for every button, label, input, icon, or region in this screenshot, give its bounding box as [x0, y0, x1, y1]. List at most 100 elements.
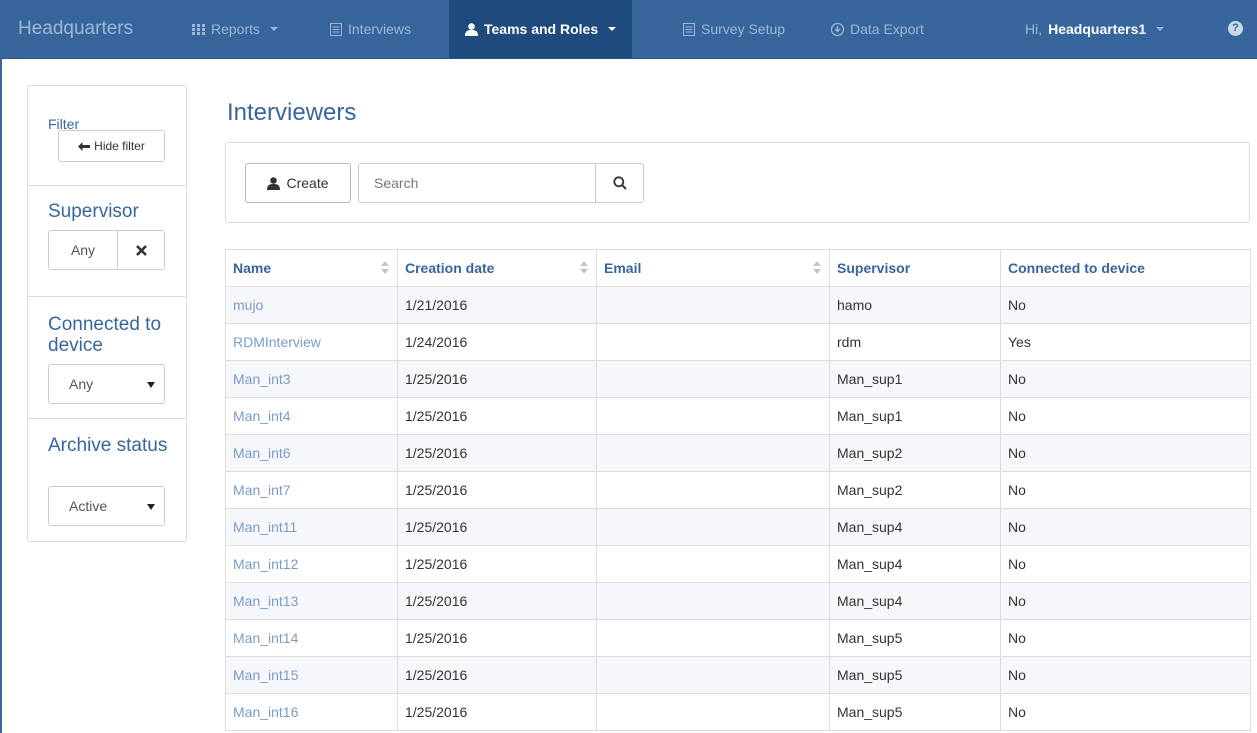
search-button[interactable]: [595, 164, 644, 202]
list-icon: [683, 22, 695, 36]
help-icon[interactable]: ?: [1228, 21, 1243, 36]
toolbar: Create: [225, 142, 1250, 223]
brand-link[interactable]: Headquarters: [18, 0, 133, 58]
supervisor-cell: Man_sup4: [829, 508, 1001, 546]
left-edge-border: [0, 58, 2, 733]
archive-select[interactable]: Active: [48, 486, 165, 526]
column-header-name[interactable]: Name: [225, 249, 398, 287]
table-header-row: Name Creation date Email Supervisor Conn…: [225, 249, 1251, 287]
date-cell: 1/25/2016: [397, 434, 597, 472]
table-row[interactable]: Man_int16 1/25/2016 Man_sup5 No: [225, 693, 1251, 731]
connected-cell: No: [1000, 508, 1251, 546]
table-row[interactable]: Man_int3 1/25/2016 Man_sup1 No: [225, 360, 1251, 398]
column-header-supervisor[interactable]: Supervisor: [829, 249, 1001, 287]
name-cell[interactable]: Man_int12: [225, 545, 398, 583]
search-icon: [613, 176, 627, 190]
create-button[interactable]: Create: [245, 163, 351, 203]
email-cell: [596, 582, 830, 620]
chevron-down-icon: [270, 27, 279, 31]
close-icon: [136, 244, 147, 256]
list-icon: [330, 22, 342, 36]
date-cell: 1/25/2016: [397, 545, 597, 583]
name-cell[interactable]: Man_int7: [225, 471, 398, 509]
name-cell[interactable]: Man_int11: [225, 508, 398, 546]
user-menu[interactable]: Hi, Headquarters1: [1025, 0, 1165, 58]
name-cell[interactable]: mujo: [225, 286, 398, 324]
supervisor-cell: Man_sup2: [829, 471, 1001, 509]
email-cell: [596, 619, 830, 657]
name-cell[interactable]: Man_int15: [225, 656, 398, 694]
hide-filter-button[interactable]: Hide filter: [58, 130, 165, 162]
email-cell: [596, 434, 830, 472]
name-cell[interactable]: RDMInterview: [225, 323, 398, 361]
name-cell[interactable]: Man_int16: [225, 693, 398, 731]
supervisor-cell: Man_sup1: [829, 360, 1001, 398]
email-cell: [596, 286, 830, 324]
supervisor-cell: Man_sup5: [829, 619, 1001, 657]
table-row[interactable]: Man_int4 1/25/2016 Man_sup1 No: [225, 397, 1251, 435]
table-row[interactable]: Man_int12 1/25/2016 Man_sup4 No: [225, 545, 1251, 583]
nav-interviews[interactable]: Interviews: [330, 0, 411, 58]
table-row[interactable]: Man_int15 1/25/2016 Man_sup5 No: [225, 656, 1251, 694]
clear-supervisor-button[interactable]: [117, 231, 165, 269]
date-cell: 1/25/2016: [397, 656, 597, 694]
column-header-connected[interactable]: Connected to device: [1000, 249, 1251, 287]
table-row[interactable]: Man_int13 1/25/2016 Man_sup4 No: [225, 582, 1251, 620]
email-cell: [596, 471, 830, 509]
column-label: Creation date: [405, 260, 495, 276]
date-cell: 1/25/2016: [397, 693, 597, 731]
table-row[interactable]: Man_int11 1/25/2016 Man_sup4 No: [225, 508, 1251, 546]
connected-cell: No: [1000, 582, 1251, 620]
divider: [28, 185, 186, 186]
column-label: Connected to device: [1008, 260, 1145, 276]
supervisor-value: Any: [70, 242, 96, 258]
supervisor-filter[interactable]: Any: [48, 230, 165, 270]
connected-cell: No: [1000, 360, 1251, 398]
dropdown-arrow-icon: [147, 504, 155, 510]
nav-survey-setup[interactable]: Survey Setup: [683, 0, 785, 58]
date-cell: 1/25/2016: [397, 508, 597, 546]
supervisor-cell: Man_sup2: [829, 434, 1001, 472]
name-cell[interactable]: Man_int4: [225, 397, 398, 435]
filter-panel: Filter Hide filter Supervisor Any Connec…: [27, 85, 187, 542]
table-row[interactable]: mujo 1/21/2016 hamo No: [225, 286, 1251, 324]
table-row[interactable]: Man_int6 1/25/2016 Man_sup2 No: [225, 434, 1251, 472]
table-row[interactable]: Man_int7 1/25/2016 Man_sup2 No: [225, 471, 1251, 509]
nav-reports-label: Reports: [211, 21, 261, 37]
grid-icon: [192, 23, 205, 35]
nav-teams-and-roles[interactable]: Teams and Roles: [449, 0, 633, 58]
table-row[interactable]: RDMInterview 1/24/2016 rdm Yes: [225, 323, 1251, 361]
name-cell[interactable]: Man_int13: [225, 582, 398, 620]
date-cell: 1/21/2016: [397, 286, 597, 324]
name-cell[interactable]: Man_int3: [225, 360, 398, 398]
nav-interviews-label: Interviews: [348, 21, 412, 37]
email-cell: [596, 397, 830, 435]
supervisor-cell: Man_sup4: [829, 582, 1001, 620]
supervisor-cell: Man_sup5: [829, 656, 1001, 694]
nav-data-export[interactable]: Data Export: [831, 0, 924, 58]
connected-select[interactable]: Any: [48, 364, 165, 404]
name-cell[interactable]: Man_int14: [225, 619, 398, 657]
archive-label: Archive status: [48, 435, 168, 456]
date-cell: 1/25/2016: [397, 397, 597, 435]
user-icon: [465, 22, 478, 36]
divider: [28, 418, 186, 419]
nav-reports[interactable]: Reports: [192, 0, 279, 58]
date-cell: 1/25/2016: [397, 582, 597, 620]
column-header-creation-date[interactable]: Creation date: [397, 249, 597, 287]
search-input[interactable]: [359, 164, 595, 202]
top-navbar: Headquarters Reports Interviews Teams an…: [0, 0, 1257, 59]
supervisor-cell: hamo: [829, 286, 1001, 324]
column-header-email[interactable]: Email: [596, 249, 830, 287]
archive-value: Active: [69, 498, 108, 514]
supervisor-cell: Man_sup1: [829, 397, 1001, 435]
connected-cell: No: [1000, 545, 1251, 583]
nav-data-export-label: Data Export: [850, 21, 924, 37]
sort-icon: [381, 261, 389, 275]
column-label: Email: [604, 260, 642, 276]
table-row[interactable]: Man_int14 1/25/2016 Man_sup5 No: [225, 619, 1251, 657]
date-cell: 1/25/2016: [397, 360, 597, 398]
supervisor-cell: Man_sup5: [829, 693, 1001, 731]
connected-cell: Yes: [1000, 323, 1251, 361]
name-cell[interactable]: Man_int6: [225, 434, 398, 472]
